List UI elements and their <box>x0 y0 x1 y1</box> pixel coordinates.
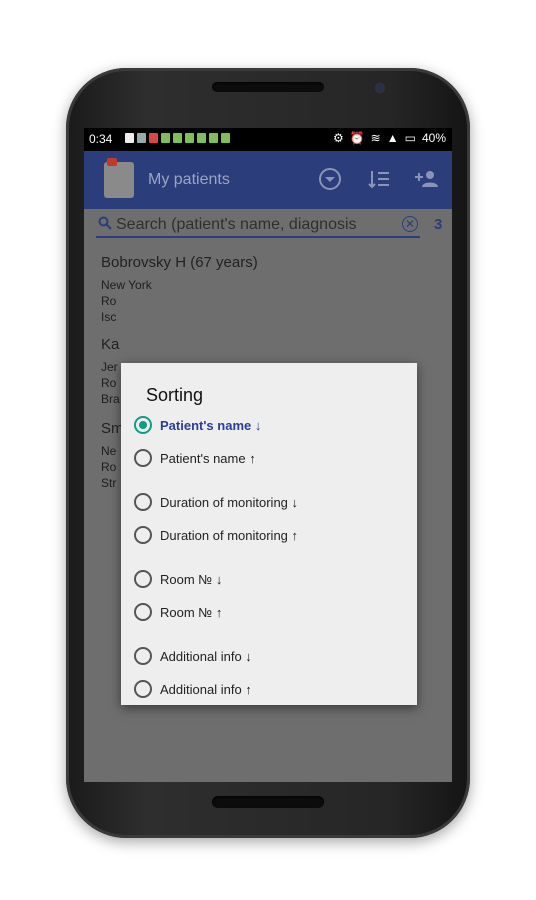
sort-option-name-asc[interactable]: Patient's name ↑ <box>134 446 256 470</box>
patient-detail: Bra <box>101 392 120 406</box>
radio-button[interactable] <box>134 493 152 511</box>
option-label: Additional info ↓ <box>160 648 252 664</box>
sort-option-info-desc[interactable]: Additional info ↓ <box>134 644 252 668</box>
front-camera <box>376 84 384 92</box>
search-input[interactable] <box>116 214 398 236</box>
search-row: ✕ 3 <box>84 209 452 241</box>
vibrate-icon: ⚙ <box>332 131 344 145</box>
option-label: Duration of monitoring ↓ <box>160 494 299 510</box>
filter-icon[interactable] <box>317 167 343 193</box>
notification-icon <box>185 133 194 143</box>
list-item[interactable]: Bobrovsky H (67 years) New York Ro Isc <box>101 254 258 325</box>
radio-button[interactable] <box>134 603 152 621</box>
notification-icon <box>197 133 206 143</box>
option-label: Additional info ↑ <box>160 681 252 697</box>
search-box: ✕ <box>96 214 420 238</box>
option-label: Patient's name ↑ <box>160 450 256 466</box>
dialog-title: Sorting <box>146 385 204 405</box>
radio-button[interactable] <box>134 647 152 665</box>
option-label: Duration of monitoring ↑ <box>160 527 299 543</box>
option-label: Patient's name ↓ <box>160 417 262 433</box>
patient-name: Bobrovsky H (67 years) <box>101 254 258 271</box>
notification-icon <box>161 133 170 143</box>
radio-button[interactable] <box>134 680 152 698</box>
notification-icons <box>125 133 230 143</box>
notification-icon <box>173 133 182 143</box>
sort-option-info-asc[interactable]: Additional info ↑ <box>134 677 252 701</box>
clipboard-icon <box>104 158 134 198</box>
screen: 0:34 ⚙ ⏰ ≋ ▲ ▭ 40% My patients Search (p… <box>84 128 452 782</box>
status-bar: 0:34 ⚙ ⏰ ≋ ▲ ▭ 40% <box>84 128 452 151</box>
battery-percent: 40% <box>421 131 446 145</box>
notification-icon <box>209 133 218 143</box>
clear-icon[interactable]: ✕ <box>402 216 418 232</box>
patient-detail: Jer <box>101 360 118 374</box>
notification-icon <box>125 133 134 143</box>
app-title: My patients <box>148 171 230 188</box>
radio-button[interactable] <box>134 570 152 588</box>
status-time: 0:34 <box>89 132 113 146</box>
patient-detail: Ro <box>101 294 117 308</box>
phone-frame: 0:34 ⚙ ⏰ ≋ ▲ ▭ 40% My patients Search (p… <box>66 68 470 838</box>
sort-option-room-asc[interactable]: Room № ↑ <box>134 600 222 624</box>
sorting-dialog: Sorting Patient's name ↓ Patient's name … <box>121 363 417 705</box>
patient-detail: Ro <box>101 376 117 390</box>
signal-icon: ▲ <box>386 131 399 145</box>
list-item[interactable]: Ka Jer Ro Bra <box>101 336 120 407</box>
app-bar: My patients <box>84 151 452 209</box>
sort-option-name-desc[interactable]: Patient's name ↓ <box>134 413 261 437</box>
option-label: Room № ↓ <box>160 571 223 587</box>
radio-button[interactable] <box>134 416 152 434</box>
gmail-icon <box>149 133 158 143</box>
status-right: ⚙ ⏰ ≋ ▲ ▭ 40% <box>333 131 446 145</box>
notification-icon <box>137 133 146 143</box>
radio-button[interactable] <box>134 449 152 467</box>
sort-option-duration-desc[interactable]: Duration of monitoring ↓ <box>134 490 298 514</box>
patient-count: 3 <box>434 216 443 233</box>
bottom-speaker <box>212 796 324 808</box>
wifi-icon: ≋ <box>370 131 381 145</box>
sort-icon[interactable] <box>366 167 392 193</box>
option-label: Room № ↑ <box>160 604 223 620</box>
add-person-icon[interactable] <box>414 167 440 193</box>
alarm-icon: ⏰ <box>349 131 365 145</box>
search-icon <box>98 216 114 232</box>
radio-button[interactable] <box>134 526 152 544</box>
notification-icon <box>221 133 230 143</box>
sort-option-duration-asc[interactable]: Duration of monitoring ↑ <box>134 523 298 547</box>
patient-name: Ka <box>101 336 120 353</box>
battery-icon: ▭ <box>404 131 416 145</box>
patient-detail: New York <box>101 278 152 292</box>
patient-detail: Isc <box>101 310 117 324</box>
sort-option-room-desc[interactable]: Room № ↓ <box>134 567 222 591</box>
earpiece-speaker <box>212 82 324 92</box>
